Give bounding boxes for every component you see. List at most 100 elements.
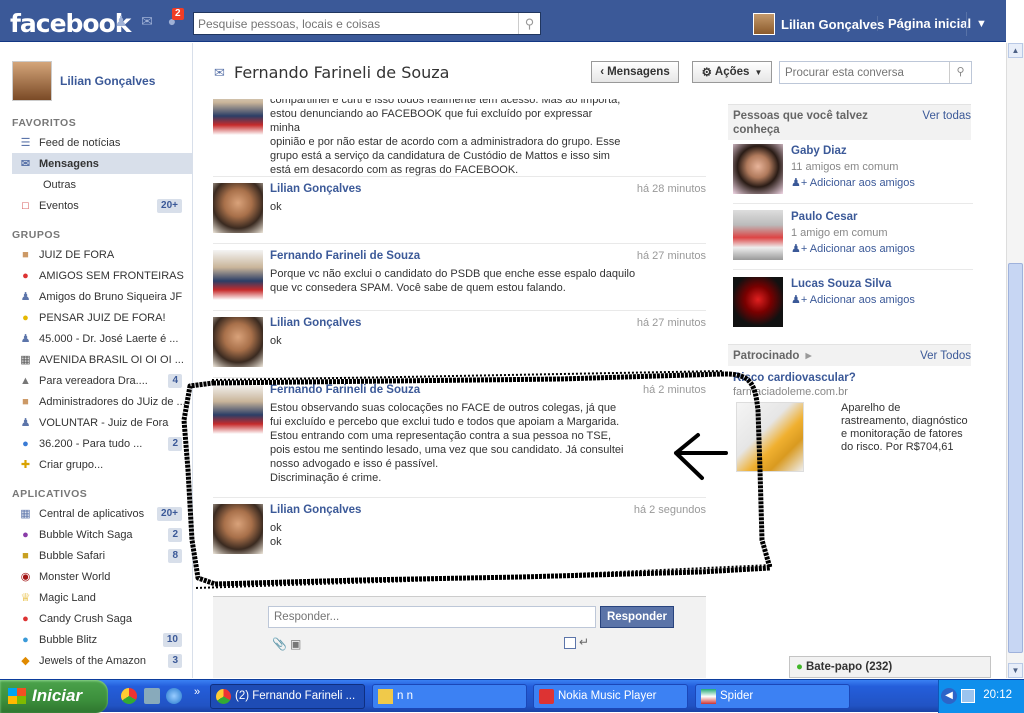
- avatar[interactable]: [733, 144, 783, 194]
- sidebar-item-app[interactable]: ■ Bubble Safari 8: [12, 545, 192, 566]
- sidebar-item-group[interactable]: ♟ 45.000 - Dr. José Laerte é ...: [12, 328, 192, 349]
- scroll-down-arrow-icon[interactable]: ▼: [1008, 663, 1023, 678]
- sidebar-item-app[interactable]: ● Bubble Witch Saga 2: [12, 524, 192, 545]
- reply-button[interactable]: Responder: [600, 606, 674, 628]
- profile-link[interactable]: Lilian Gonçalves: [12, 61, 155, 101]
- sidebar-item-group[interactable]: ▲ Para vereadora Dra.... 4: [12, 370, 192, 391]
- mutual-friends[interactable]: 11 amigos em comum: [791, 161, 898, 173]
- home-link[interactable]: Página inicial: [877, 16, 971, 31]
- show-desktop-icon[interactable]: [144, 688, 160, 704]
- taskbar-item[interactable]: (2) Fernando Farineli ...: [210, 684, 365, 709]
- sidebar-item-other[interactable]: Outras: [12, 174, 192, 195]
- camera-icon[interactable]: ▣: [290, 637, 301, 651]
- search-box[interactable]: ⚲: [193, 12, 541, 35]
- megaphone-icon: ▸: [805, 350, 812, 362]
- sidebar-item-app[interactable]: ◆ Jewels of the Amazon 3: [12, 650, 192, 671]
- message-thread: Você sabe que não infringi regra alguma,…: [213, 99, 706, 595]
- sidebar-item-group[interactable]: ● 36.200 - Para tudo ... 2: [12, 433, 192, 454]
- see-all-suggestions-link[interactable]: Ver todas: [922, 109, 971, 123]
- chrome-icon[interactable]: [121, 688, 137, 704]
- sidebar-item-group[interactable]: ▦ AVENIDA BRASIL OI OI OI ...: [12, 349, 192, 370]
- sidebar-item-group[interactable]: ■ Administradores do JUiz de ...: [12, 391, 192, 412]
- taskbar-item[interactable]: n n: [372, 684, 527, 709]
- ad-image[interactable]: [736, 402, 804, 472]
- person-name[interactable]: Lucas Souza Silva: [791, 278, 891, 290]
- sidebar-item-label: Criar grupo...: [39, 458, 104, 471]
- actions-button[interactable]: ⚙ Ações ▼: [692, 61, 772, 83]
- sidebar-item-label: VOLUNTAR - Juiz de Fora: [39, 416, 169, 429]
- message-author[interactable]: Fernando Farineli de Souza: [270, 250, 420, 262]
- more-icon[interactable]: »: [194, 686, 200, 698]
- scroll-thumb[interactable]: [1008, 263, 1023, 653]
- page-scrollbar[interactable]: ▲ ▼: [1006, 43, 1024, 678]
- sidebar-item-create-group[interactable]: ✚ Criar grupo...: [12, 454, 192, 475]
- ad-text[interactable]: Aparelho de rastreamento, diagnóstico e …: [841, 402, 971, 454]
- internet-explorer-icon[interactable]: [166, 688, 182, 704]
- sidebar-item-app[interactable]: ♕ Magic Land: [12, 587, 192, 608]
- sidebar-item-group[interactable]: ■ JUIZ DE FORA: [12, 244, 192, 265]
- account-menu-chevron-icon[interactable]: ▼: [966, 12, 996, 36]
- sidebar-item-messages[interactable]: ✉ Mensagens: [12, 153, 192, 174]
- message-time: há 2 minutos: [643, 384, 706, 396]
- sidebar-item-group[interactable]: ♟ Amigos do Bruno Siqueira JF: [12, 286, 192, 307]
- mutual-friends[interactable]: 1 amigo em comum: [791, 227, 888, 239]
- see-all-ads-link[interactable]: Ver Todos: [920, 349, 971, 363]
- start-button[interactable]: Iniciar: [0, 680, 108, 713]
- search-icon[interactable]: ⚲: [949, 62, 971, 83]
- sidebar-item-app[interactable]: ◉ Monster World: [12, 566, 192, 587]
- chat-bar[interactable]: ● Bate-papo (232): [789, 656, 991, 678]
- chat-label: Bate-papo (232): [805, 661, 893, 673]
- sidebar-item-events[interactable]: □ Eventos 20+: [12, 195, 192, 216]
- scroll-up-arrow-icon[interactable]: ▲: [1008, 43, 1023, 58]
- avatar[interactable]: [733, 277, 783, 327]
- count-badge: 8: [168, 548, 182, 563]
- sidebar-item-app[interactable]: ● Bubble Blitz 10: [12, 629, 192, 650]
- sidebar-item-news-feed[interactable]: ☰ Feed de notícias: [12, 132, 192, 153]
- sidebar-item-label: Feed de notícias: [39, 136, 121, 149]
- add-friend-button[interactable]: ♟+ Adicionar aos amigos: [791, 242, 915, 255]
- sidebar-item-app[interactable]: ● Candy Crush Saga: [12, 608, 192, 629]
- message-author[interactable]: Fernando Farineli de Souza: [270, 384, 420, 396]
- avatar[interactable]: [213, 384, 263, 434]
- reply-input[interactable]: [268, 606, 596, 628]
- avatar[interactable]: [213, 99, 263, 135]
- taskbar-item[interactable]: Nokia Music Player: [533, 684, 688, 709]
- avatar[interactable]: [733, 210, 783, 260]
- friend-requests-icon[interactable]: ♟: [113, 14, 129, 29]
- person-name[interactable]: Paulo Cesar: [791, 211, 857, 223]
- ad-domain[interactable]: farmaciadoleme.com.br: [733, 386, 848, 398]
- message-text: ok ok: [270, 522, 282, 548]
- sidebar-item-group[interactable]: ● PENSAR JUIZ DE FORA!: [12, 307, 192, 328]
- avatar[interactable]: [213, 317, 263, 367]
- avatar[interactable]: [213, 250, 263, 300]
- message-author[interactable]: Lilian Gonçalves: [270, 317, 361, 329]
- search-icon[interactable]: ⚲: [518, 13, 540, 34]
- sidebar-item-group[interactable]: ● AMIGOS SEM FRONTEIRAS: [12, 265, 192, 286]
- ad-title[interactable]: Risco cardiovascular?: [733, 372, 856, 384]
- top-user-link[interactable]: Lilian Gonçalves: [753, 12, 884, 36]
- conversation-search-input[interactable]: [785, 67, 945, 79]
- message-author[interactable]: Lilian Gonçalves: [270, 183, 361, 195]
- taskbar-item[interactable]: Spider: [695, 684, 850, 709]
- sidebar-item-group[interactable]: ♟ VOLUNTAR - Juiz de Fora: [12, 412, 192, 433]
- enter-to-send-checkbox[interactable]: [564, 637, 576, 649]
- search-input[interactable]: [198, 17, 508, 31]
- avatar[interactable]: [213, 183, 263, 233]
- messages-jewel-icon[interactable]: ✉: [139, 14, 155, 29]
- system-tray: ◀ 20:12: [938, 680, 1024, 713]
- add-friend-button[interactable]: ♟+ Adicionar aos amigos: [791, 176, 915, 189]
- message-author[interactable]: Lilian Gonçalves: [270, 504, 361, 516]
- avatar[interactable]: [213, 504, 263, 554]
- back-to-messages-button[interactable]: ‹ Mensagens: [591, 61, 679, 83]
- chrome-icon: [216, 689, 231, 704]
- conversation-search[interactable]: ⚲: [779, 61, 972, 84]
- message-time: há 28 minutos: [636, 183, 706, 195]
- sidebar-item-app[interactable]: ▦ Central de aplicativos 20+: [12, 503, 192, 524]
- candy-icon: ●: [22, 612, 29, 625]
- add-friend-button[interactable]: ♟+ Adicionar aos amigos: [791, 293, 915, 306]
- attach-file-icon[interactable]: 📎: [272, 637, 287, 651]
- network-icon[interactable]: [961, 689, 975, 703]
- person-name[interactable]: Gaby Diaz: [791, 145, 847, 157]
- tray-collapse-icon[interactable]: ◀: [941, 688, 957, 704]
- sidebar-item-label: Bubble Blitz: [39, 633, 98, 646]
